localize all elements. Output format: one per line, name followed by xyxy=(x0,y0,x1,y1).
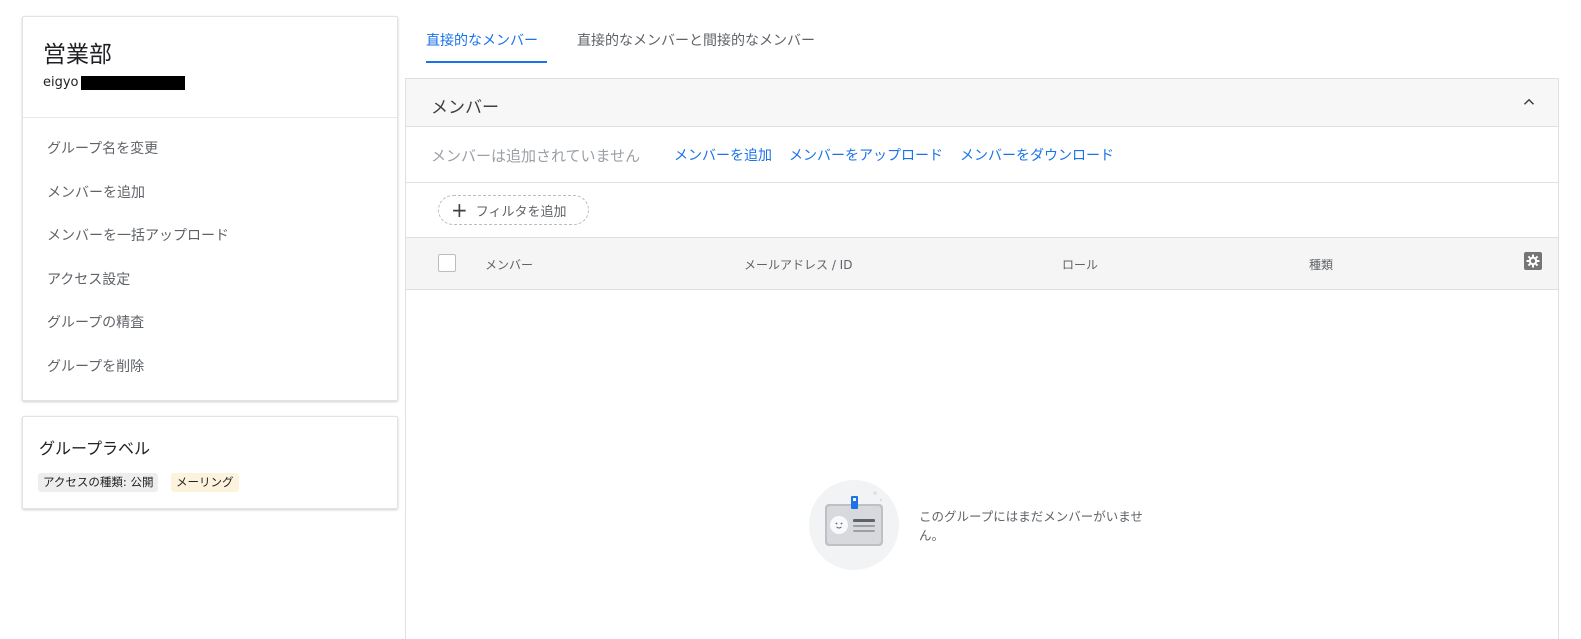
gear-icon[interactable] xyxy=(1524,252,1542,270)
menu-item-rename-group[interactable]: グループ名を変更 xyxy=(47,138,158,158)
active-tab-indicator xyxy=(426,61,547,63)
members-panel: メンバー メンバーは追加されていません メンバーを追加 メンバーをアップロード … xyxy=(405,78,1559,639)
group-title: 営業部 xyxy=(43,42,112,68)
column-header-role[interactable]: ロール xyxy=(1062,256,1098,273)
column-header-type[interactable]: 種類 xyxy=(1309,256,1333,273)
menu-item-access-settings[interactable]: アクセス設定 xyxy=(47,269,130,289)
menu-item-bulk-upload[interactable]: メンバーを一括アップロード xyxy=(47,225,229,245)
member-actions-row: メンバーは追加されていません メンバーを追加 メンバーをアップロード メンバーを… xyxy=(406,127,1558,183)
upload-members-link[interactable]: メンバーをアップロード xyxy=(789,145,943,165)
panel-title: メンバー xyxy=(431,98,499,118)
members-table-header: メンバー メールアドレス / ID ロール 種類 xyxy=(406,238,1558,290)
group-info-card: 営業部 eigyo グループ名を変更 メンバーを追加 メンバーを一括アップロード… xyxy=(22,16,398,401)
download-members-link[interactable]: メンバーをダウンロード xyxy=(960,145,1114,165)
labels-title: グループラベル xyxy=(39,439,151,458)
column-header-member[interactable]: メンバー xyxy=(485,256,533,273)
add-members-link[interactable]: メンバーを追加 xyxy=(674,145,772,165)
id-card-illustration-icon xyxy=(809,480,899,570)
column-header-email-id[interactable]: メールアドレス / ID xyxy=(744,256,852,273)
divider xyxy=(23,117,397,118)
no-members-text: メンバーは追加されていません xyxy=(431,147,641,165)
menu-item-add-members[interactable]: メンバーを追加 xyxy=(47,182,145,202)
group-labels-card: グループラベル アクセスの種類: 公開 メーリング xyxy=(22,416,398,509)
menu-item-group-review[interactable]: グループの精査 xyxy=(47,312,144,332)
group-email: eigyo xyxy=(43,75,185,90)
filter-row: + フィルタを追加 xyxy=(406,183,1558,238)
chevron-up-icon[interactable] xyxy=(1520,93,1538,111)
group-email-prefix: eigyo xyxy=(43,75,79,90)
add-filter-label: フィルタを追加 xyxy=(475,204,567,220)
plus-icon: + xyxy=(451,198,468,222)
tab-direct-and-indirect-members[interactable]: 直接的なメンバーと間接的なメンバー xyxy=(577,30,815,50)
menu-item-delete-group[interactable]: グループを削除 xyxy=(47,356,144,376)
redaction-block xyxy=(80,75,185,90)
access-type-chip: アクセスの種類: 公開 xyxy=(38,473,159,492)
add-filter-button[interactable]: + フィルタを追加 xyxy=(438,195,589,225)
select-all-checkbox[interactable] xyxy=(438,254,456,272)
panel-header: メンバー xyxy=(406,79,1558,127)
empty-state-text: このグループにはまだメンバーがいません。 xyxy=(919,509,1143,543)
mailing-chip: メーリング xyxy=(171,473,239,492)
tab-direct-members[interactable]: 直接的なメンバー xyxy=(426,30,538,50)
